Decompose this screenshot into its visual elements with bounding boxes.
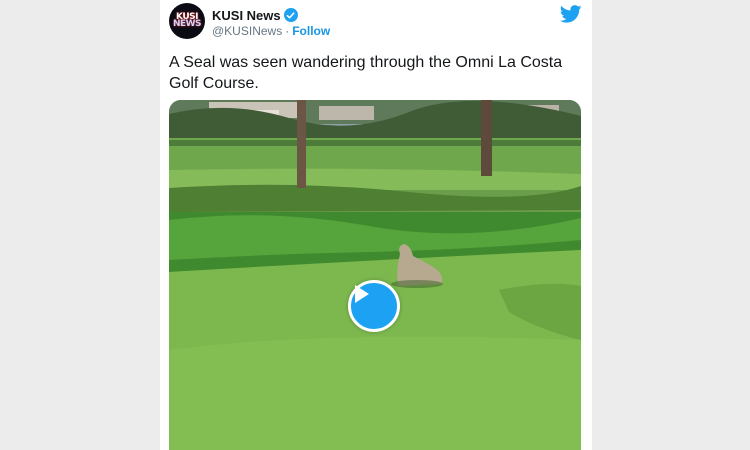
video-thumbnail <box>169 100 581 450</box>
play-icon <box>355 285 369 303</box>
avatar[interactable]: KUSI NEWS <box>169 3 205 39</box>
tweet-text: A Seal was seen wandering through the Om… <box>169 54 563 92</box>
kusi-logo: KUSI NEWS <box>171 13 203 29</box>
author-handle[interactable]: @KUSINews <box>212 24 282 38</box>
follow-button[interactable]: Follow <box>292 24 330 38</box>
tweet-card: KUSI NEWS KUSI News @KUSINews · Follow A… <box>159 0 593 450</box>
twitter-bird-icon[interactable] <box>560 5 582 23</box>
author-handle-row: @KUSINews · Follow <box>212 24 330 38</box>
separator-dot: · <box>285 24 290 38</box>
author-display-name[interactable]: KUSI News <box>212 8 281 23</box>
author-name-row: KUSI News <box>212 7 298 23</box>
verified-badge-icon <box>283 8 298 22</box>
play-button[interactable] <box>348 280 400 332</box>
video-player[interactable] <box>169 100 581 450</box>
logo-line-2: NEWS <box>172 19 202 29</box>
